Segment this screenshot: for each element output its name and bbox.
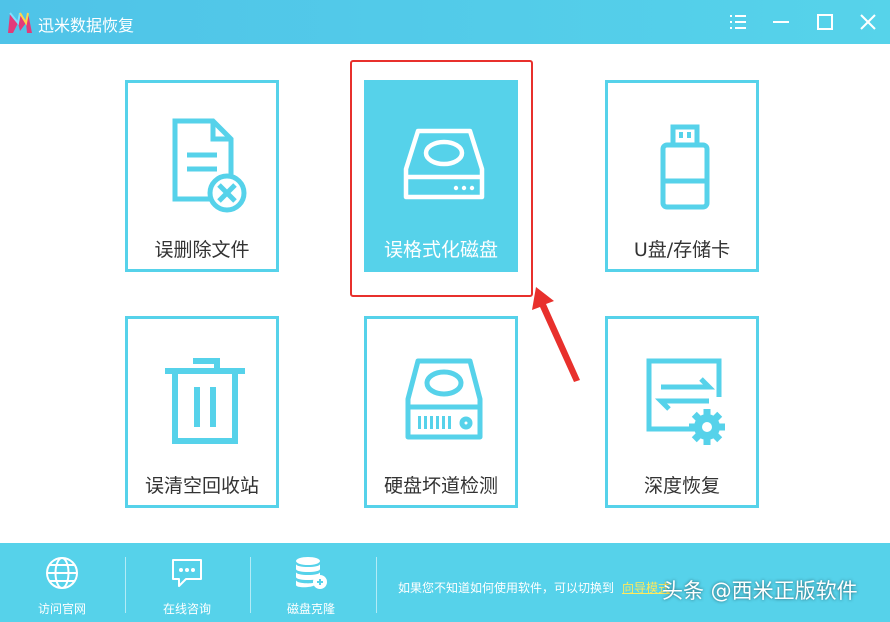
app-title: 迅米数据恢复 (38, 16, 135, 35)
card-emptied-recycle-bin[interactable]: 误清空回收站 (125, 316, 279, 508)
divider (250, 557, 251, 613)
bottom-toolbar: 访问官网 在线咨询 磁盘克隆 如果您不知道如何使用软件，可以切换到 向导模式 头… (0, 543, 890, 622)
card-label: 误删除文件 (154, 239, 250, 261)
divider (125, 557, 126, 613)
watermark-text: 头条 @西米正版软件 (662, 579, 858, 603)
visit-website-button[interactable]: 访问官网 (7, 555, 117, 617)
disk-clone-button[interactable]: 磁盘克隆 (256, 555, 366, 617)
card-label: U盘/存储卡 (633, 239, 731, 261)
maximize-button[interactable] (811, 8, 839, 36)
maximize-icon (817, 14, 833, 30)
card-label: 硬盘坏道检测 (383, 475, 498, 497)
card-usb-storage[interactable]: U盘/存储卡 (605, 80, 759, 272)
card-label: 误清空回收站 (144, 475, 259, 497)
usb-drive-icon (660, 124, 710, 210)
menu-icon (730, 15, 746, 29)
deleted-file-icon (172, 118, 247, 213)
deep-recovery-icon (646, 358, 725, 445)
minimize-icon (773, 21, 789, 23)
bottom-label: 磁盘克隆 (286, 602, 335, 616)
divider (376, 557, 377, 613)
trash-icon (165, 358, 245, 444)
highlight-frame (350, 60, 533, 297)
card-deep-recovery[interactable]: 深度恢复 (605, 316, 759, 508)
red-arrow-icon (532, 287, 580, 382)
app-logo-icon (8, 12, 32, 33)
chat-icon (172, 559, 202, 587)
close-icon (860, 14, 876, 30)
card-deleted-files[interactable]: 误删除文件 (125, 80, 279, 272)
bottom-label: 在线咨询 (162, 602, 211, 616)
title-bar: 迅米数据恢复 (0, 0, 890, 44)
bottom-label: 访问官网 (37, 602, 86, 616)
card-label: 深度恢复 (643, 475, 720, 497)
help-hint-text: 如果您不知道如何使用软件，可以切换到 (398, 581, 615, 595)
hard-drive-icon (405, 358, 483, 440)
database-clone-icon (296, 557, 327, 589)
online-consult-button[interactable]: 在线咨询 (132, 555, 242, 617)
card-bad-sector-check[interactable]: 硬盘坏道检测 (364, 316, 518, 508)
close-button[interactable] (854, 8, 882, 36)
menu-button[interactable] (724, 8, 752, 36)
globe-icon (46, 557, 78, 589)
minimize-button[interactable] (767, 8, 795, 36)
